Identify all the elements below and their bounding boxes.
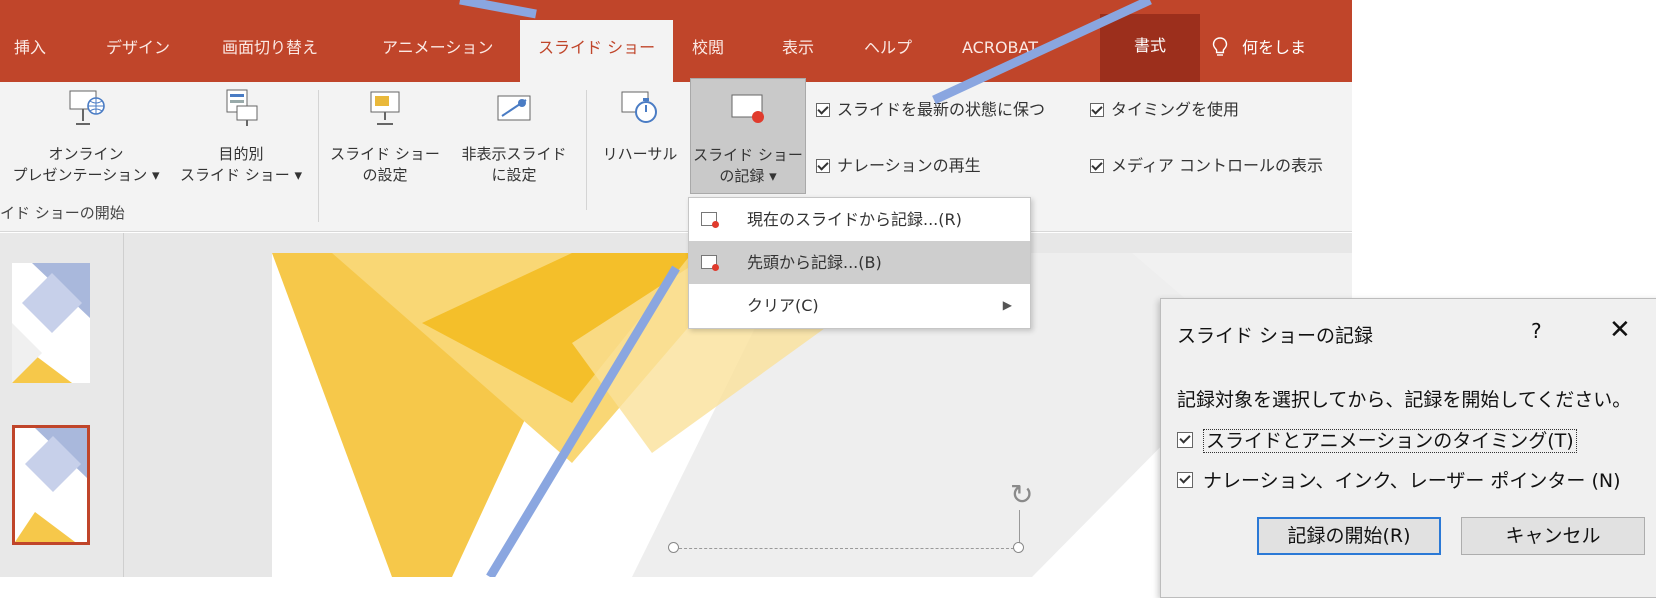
checkbox-checked-icon xyxy=(816,159,830,173)
resize-handle[interactable] xyxy=(668,542,679,553)
slide-thumbnail-pane xyxy=(0,233,124,577)
setup-slideshow-icon xyxy=(370,91,400,125)
resize-handle[interactable] xyxy=(1013,542,1024,553)
rotate-handle-icon[interactable]: ↻ xyxy=(1010,478,1033,511)
tab-review[interactable]: 校閲 xyxy=(692,28,724,68)
menu-item-record-from-current[interactable]: 現在のスライドから記録...(R) xyxy=(689,198,1030,241)
record-dropdown-menu: 現在のスライドから記録...(R) 先頭から記録...(B) クリア(C) ▶ xyxy=(688,197,1031,329)
start-recording-button[interactable]: 記録の開始(R) xyxy=(1257,517,1441,555)
online-presentation-button[interactable]: オンライン プレゼンテーション ▾ xyxy=(0,88,172,186)
show-media-controls-label: メディア コントロールの表示 xyxy=(1111,156,1323,175)
narration-checkbox-label: ナレーション、インク、レーザー ポインター (N) xyxy=(1203,470,1621,492)
slide-thumbnail[interactable] xyxy=(12,263,90,383)
tab-format[interactable]: 書式 xyxy=(1100,14,1201,82)
play-narration-label: ナレーションの再生 xyxy=(837,156,981,175)
use-timings-label: タイミングを使用 xyxy=(1111,100,1240,119)
record-slide-icon xyxy=(701,255,719,271)
tab-design[interactable]: デザイン xyxy=(106,28,170,68)
tab-help[interactable]: ヘルプ xyxy=(864,28,912,68)
checkbox-checked-icon xyxy=(1090,159,1104,173)
group-separator xyxy=(586,90,587,210)
thumbnail-graphic xyxy=(15,428,87,542)
hide-slide-icon xyxy=(497,95,531,121)
custom-slideshow-label-2: スライド ショー ▾ xyxy=(179,166,303,184)
checkbox-checked-icon xyxy=(816,103,830,117)
keep-updated-checkbox[interactable]: スライドを最新の状態に保つ xyxy=(816,98,1045,122)
thumbnail-graphic xyxy=(12,263,90,383)
custom-slideshow-button[interactable]: 目的別 スライド ショー ▾ xyxy=(172,88,310,186)
tell-me-label: 何をしま xyxy=(1242,38,1307,57)
checkbox-checked-icon xyxy=(1090,103,1104,117)
dialog-message: 記録対象を選択してから、記録を開始してください。 xyxy=(1177,389,1632,411)
hide-slide-label-2: に設定 xyxy=(491,166,537,184)
start-slideshow-group-label: イド ショーの開始 xyxy=(0,204,125,222)
tab-slideshow[interactable]: スライド ショー xyxy=(520,20,674,82)
close-icon[interactable]: ✕ xyxy=(1609,315,1631,345)
menu-item-label: 現在のスライドから記録...(R) xyxy=(747,210,962,229)
record-slideshow-icon xyxy=(731,94,764,123)
record-slideshow-dialog: スライド ショーの記録 ? ✕ 記録対象を選択してから、記録を開始してください。… xyxy=(1160,298,1656,598)
narration-checkbox[interactable]: ナレーション、インク、レーザー ポインター (N) xyxy=(1177,467,1621,495)
submenu-arrow-icon: ▶ xyxy=(1002,298,1012,312)
record-slideshow-label-1: スライド ショー xyxy=(693,146,803,164)
checkbox-checked-icon xyxy=(1177,432,1193,448)
dialog-title: スライド ショーの記録 xyxy=(1177,325,1374,347)
custom-slideshow-icon xyxy=(226,89,258,126)
tab-acrobat[interactable]: ACROBAT xyxy=(962,28,1038,68)
ribbon-panel: オンライン プレゼンテーション ▾ 目的別 スライド ショー ▾ イド ショーの… xyxy=(0,78,1352,232)
tell-me-box[interactable]: 何をしま xyxy=(1212,28,1306,68)
setup-slideshow-label-1: スライド ショー xyxy=(330,145,440,163)
rehearse-timings-label: リハーサル xyxy=(602,145,678,163)
menu-item-record-from-beginning[interactable]: 先頭から記録...(B) xyxy=(689,241,1030,284)
record-slide-icon xyxy=(701,212,719,228)
menu-item-label: クリア(C) xyxy=(747,296,819,315)
checkbox-checked-icon xyxy=(1177,472,1193,488)
show-media-controls-checkbox[interactable]: メディア コントロールの表示 xyxy=(1090,154,1323,178)
stopwatch-icon xyxy=(621,91,657,123)
ribbon-tab-bar-end xyxy=(1352,0,1656,82)
record-slideshow-label-2: の記録 ▾ xyxy=(719,167,777,185)
use-timings-checkbox[interactable]: タイミングを使用 xyxy=(1090,98,1239,122)
group-separator xyxy=(318,90,319,222)
setup-slideshow-label-2: の設定 xyxy=(362,166,408,184)
hide-slide-label-1: 非表示スライド xyxy=(461,145,567,163)
online-presentation-icon xyxy=(69,90,105,125)
online-presentation-label-2: プレゼンテーション ▾ xyxy=(12,166,160,184)
shape-selection-border xyxy=(674,548,1014,549)
tab-insert[interactable]: 挿入 xyxy=(14,28,46,68)
record-slideshow-button[interactable]: スライド ショー の記録 ▾ xyxy=(690,78,806,194)
custom-slideshow-label-1: 目的別 xyxy=(218,145,264,163)
play-narration-checkbox[interactable]: ナレーションの再生 xyxy=(816,154,981,178)
timings-checkbox[interactable]: スライドとアニメーションのタイミング(T) xyxy=(1177,427,1577,455)
tab-animations[interactable]: アニメーション xyxy=(382,28,493,68)
hide-slide-button[interactable]: 非表示スライド に設定 xyxy=(450,88,578,186)
tab-view[interactable]: 表示 xyxy=(782,28,814,68)
online-presentation-label-1: オンライン xyxy=(48,145,124,163)
keep-updated-label: スライドを最新の状態に保つ xyxy=(837,100,1046,119)
setup-slideshow-button[interactable]: スライド ショー の設定 xyxy=(326,88,444,186)
rehearse-timings-button[interactable]: リハーサル xyxy=(594,88,686,165)
cancel-button[interactable]: キャンセル xyxy=(1461,517,1645,555)
tab-transitions[interactable]: 画面切り替え xyxy=(222,28,318,68)
menu-item-clear[interactable]: クリア(C) ▶ xyxy=(689,284,1030,327)
help-button[interactable]: ? xyxy=(1531,319,1542,343)
slide-thumbnail-selected[interactable] xyxy=(12,425,90,545)
lightbulb-icon xyxy=(1212,37,1228,56)
menu-item-label: 先頭から記録...(B) xyxy=(747,253,882,272)
timings-checkbox-label: スライドとアニメーションのタイミング(T) xyxy=(1203,429,1577,453)
